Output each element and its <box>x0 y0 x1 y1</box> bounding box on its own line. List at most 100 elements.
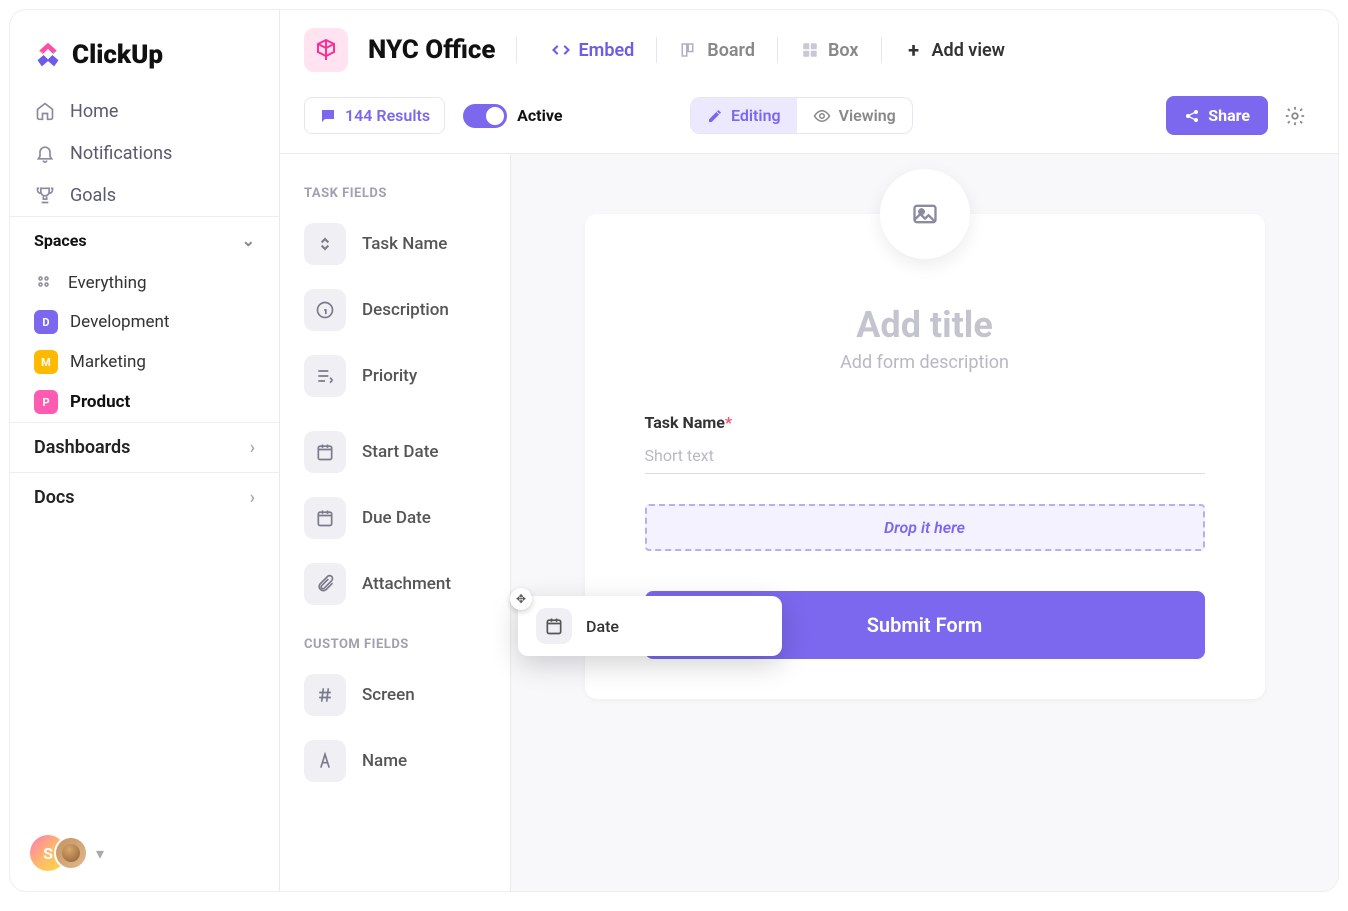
field-screen[interactable]: Screen <box>304 662 510 728</box>
add-view-button[interactable]: + Add view <box>900 36 1009 65</box>
field-priority[interactable]: Priority <box>304 343 510 409</box>
space-product[interactable]: P Product <box>10 382 279 422</box>
space-development[interactable]: D Development <box>10 302 279 342</box>
active-toggle[interactable]: Active <box>463 104 562 128</box>
field-due-date[interactable]: Due Date <box>304 485 510 551</box>
task-name-input[interactable] <box>645 438 1205 474</box>
box-icon <box>800 40 820 60</box>
space-badge-p: P <box>34 390 58 414</box>
fields-panel: TASK FIELDS Task Name Description Priori… <box>280 154 510 891</box>
project-title: NYC Office <box>368 35 496 65</box>
view-tab-embed[interactable]: Embed <box>547 36 639 65</box>
share-button[interactable]: Share <box>1166 96 1268 135</box>
pencil-icon <box>707 108 723 124</box>
divider <box>881 37 882 63</box>
nav-home-label: Home <box>70 101 118 122</box>
main-area: NYC Office Embed Board Box <box>280 10 1338 891</box>
field-start-date[interactable]: Start Date <box>304 419 510 485</box>
nav-notifications-label: Notifications <box>70 143 172 164</box>
task-fields-header: TASK FIELDS <box>304 186 510 201</box>
view-tab-embed-label: Embed <box>579 40 635 61</box>
space-marketing-label: Marketing <box>70 352 146 372</box>
form-image-placeholder[interactable] <box>880 169 970 259</box>
divider <box>656 37 657 63</box>
settings-button[interactable] <box>1284 105 1306 127</box>
spaces-header-label: Spaces <box>34 231 87 250</box>
dragging-field-chip[interactable]: ✥ Date <box>518 596 782 656</box>
dragging-field-label: Date <box>586 617 619 636</box>
chevron-right-icon: › <box>250 487 255 508</box>
editing-label: Editing <box>731 106 781 125</box>
brand-logo[interactable]: ClickUp <box>10 30 279 90</box>
field-priority-label: Priority <box>362 366 417 386</box>
content: TASK FIELDS Task Name Description Priori… <box>280 154 1338 891</box>
editing-button[interactable]: Editing <box>691 98 797 133</box>
drop-zone[interactable]: Drop it here <box>645 504 1205 551</box>
priority-icon <box>304 355 346 397</box>
view-tab-box-label: Box <box>828 40 859 61</box>
space-badge-d: D <box>34 310 58 334</box>
text-icon <box>304 740 346 782</box>
calendar-icon <box>304 497 346 539</box>
nav-goals-label: Goals <box>70 185 116 206</box>
everything-icon <box>34 272 56 294</box>
topbar: NYC Office Embed Board Box <box>280 10 1338 86</box>
user-avatar-photo <box>54 836 88 870</box>
form-description-input[interactable]: Add form description <box>645 352 1205 373</box>
view-tab-box[interactable]: Box <box>796 36 863 65</box>
drag-handle-icon: ✥ <box>510 588 532 610</box>
nav-docs[interactable]: Docs › <box>10 472 279 522</box>
field-description-label: Description <box>362 300 449 320</box>
view-tab-board[interactable]: Board <box>675 36 759 65</box>
viewing-button[interactable]: Viewing <box>797 98 912 133</box>
home-icon <box>34 100 56 122</box>
divider <box>777 37 778 63</box>
nav-home[interactable]: Home <box>10 90 279 132</box>
caret-down-icon: ▾ <box>96 844 104 863</box>
field-attachment[interactable]: Attachment <box>304 551 510 617</box>
calendar-icon <box>304 431 346 473</box>
space-marketing[interactable]: M Marketing <box>10 342 279 382</box>
spaces-header[interactable]: Spaces ⌄ <box>10 216 279 264</box>
share-icon <box>1184 108 1200 124</box>
active-label: Active <box>517 106 562 125</box>
field-name[interactable]: Name <box>304 728 510 794</box>
results-pill[interactable]: 144 Results <box>304 97 445 134</box>
form-title-input[interactable]: Add title <box>645 304 1205 346</box>
embed-icon <box>551 40 571 60</box>
field-task-name[interactable]: Task Name <box>304 211 510 277</box>
clickup-logo-icon <box>34 41 62 69</box>
bell-icon <box>34 142 56 164</box>
field-screen-label: Screen <box>362 685 415 705</box>
calendar-icon <box>536 608 572 644</box>
space-everything[interactable]: Everything <box>10 264 279 302</box>
nav-dashboards[interactable]: Dashboards › <box>10 422 279 472</box>
trophy-icon <box>34 184 56 206</box>
required-asterisk: * <box>725 413 732 432</box>
edit-view-segment: Editing Viewing <box>690 97 913 134</box>
sidebar: ClickUp Home Notifications Goals Spaces … <box>10 10 280 891</box>
brand-name: ClickUp <box>72 40 163 70</box>
space-everything-label: Everything <box>68 273 147 293</box>
nav-goals[interactable]: Goals <box>10 174 279 216</box>
nav-notifications[interactable]: Notifications <box>10 132 279 174</box>
space-product-label: Product <box>70 392 130 412</box>
chevron-down-icon: ⌄ <box>242 231 255 250</box>
chevron-right-icon: › <box>250 437 255 458</box>
view-tab-board-label: Board <box>707 40 755 61</box>
avatar-stack: S <box>30 835 90 871</box>
space-development-label: Development <box>70 312 169 332</box>
info-icon <box>304 289 346 331</box>
field-name-label: Name <box>362 751 407 771</box>
field-attachment-label: Attachment <box>362 574 451 594</box>
task-name-icon <box>304 223 346 265</box>
task-name-label: Task Name* <box>645 413 1205 432</box>
dashboards-label: Dashboards <box>34 437 130 458</box>
user-switcher[interactable]: S ▾ <box>10 825 279 881</box>
field-description[interactable]: Description <box>304 277 510 343</box>
project-icon[interactable] <box>304 28 348 72</box>
divider <box>516 37 517 63</box>
hash-icon <box>304 674 346 716</box>
results-label: 144 Results <box>345 106 430 125</box>
field-due-date-label: Due Date <box>362 508 431 528</box>
